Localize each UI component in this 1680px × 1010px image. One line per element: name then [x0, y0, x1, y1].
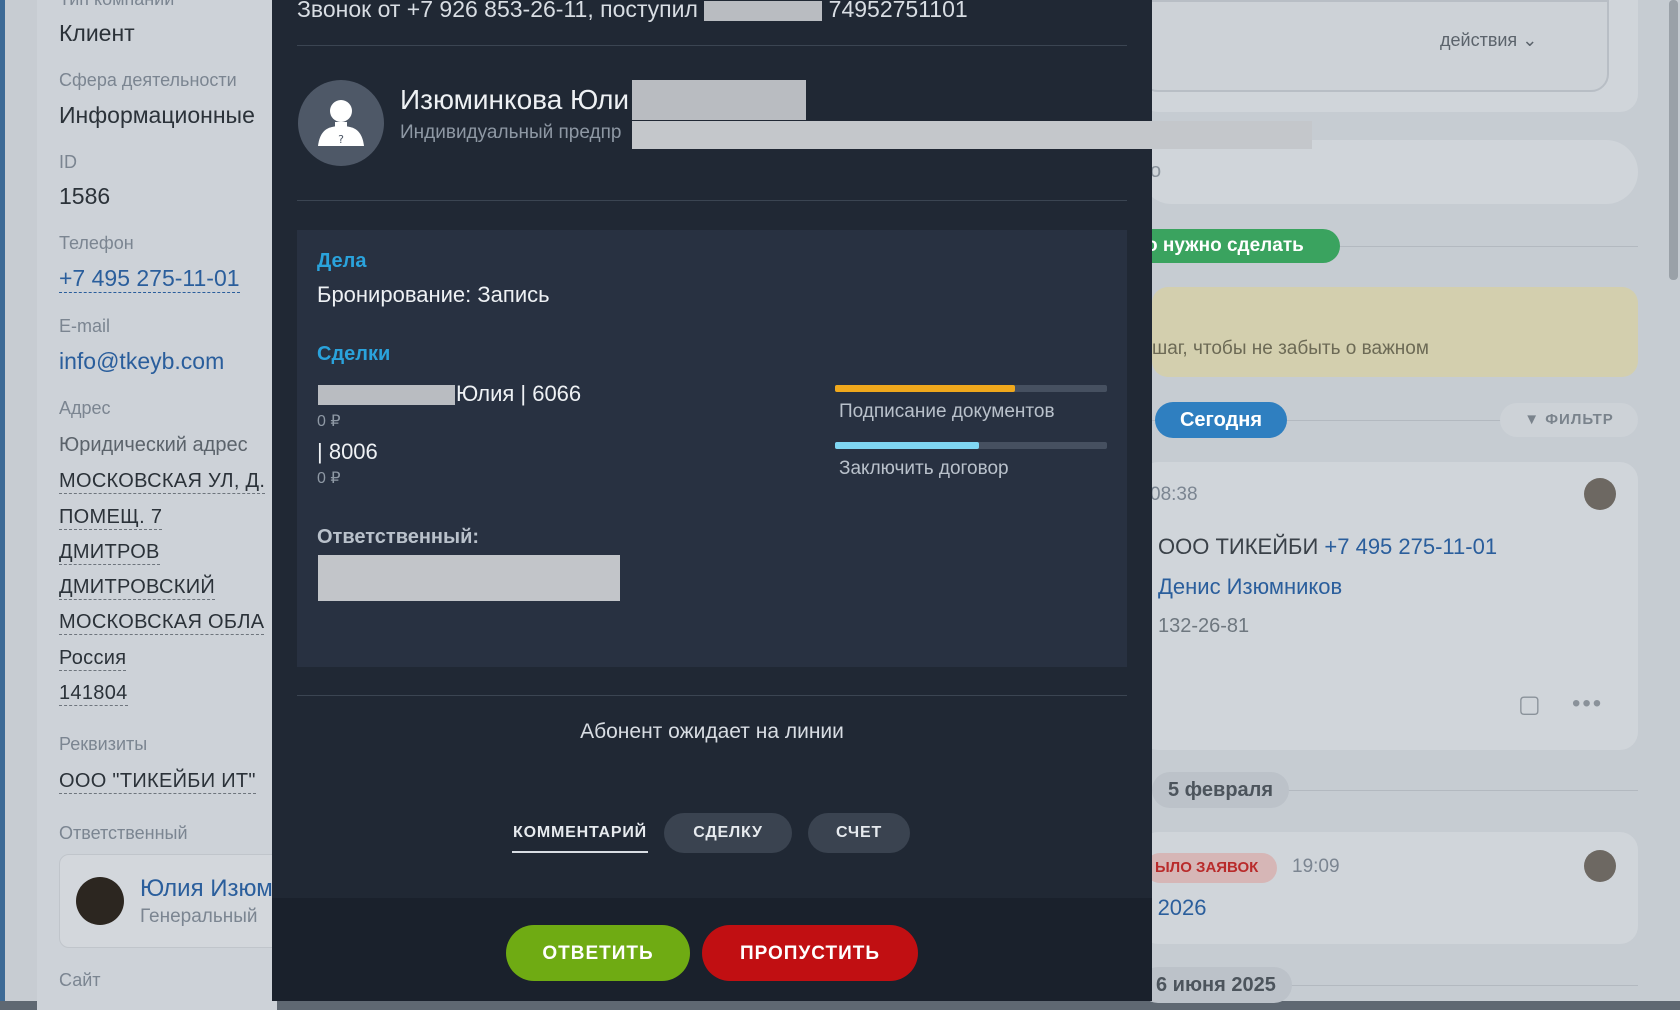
- address-line: МОСКОВСКАЯ УЛ, Д.: [59, 470, 266, 494]
- actions-box: [1140, 0, 1609, 92]
- address-line: МОСКОВСКАЯ ОБЛА: [59, 611, 265, 635]
- affair-item[interactable]: Бронирование: Запись: [317, 282, 550, 308]
- tab-comment[interactable]: КОММЕНТАРИЙ: [512, 813, 648, 853]
- incoming-call-modal: Звонок от +7 926 853-26-11, поступил 749…: [272, 0, 1312, 1001]
- deal-name[interactable]: Юлия | 6066: [456, 381, 581, 407]
- user-silhouette-icon: ?: [318, 100, 364, 146]
- responsible-card[interactable]: Юлия Изюм Генеральный: [59, 854, 291, 948]
- chevron-down-icon: ⌄: [1522, 30, 1538, 50]
- deal-stage-label: Заключить договор: [839, 458, 1009, 479]
- address-line: ПОМЕЩ. 7: [59, 506, 163, 530]
- activity-company: ООО ТИКЕЙБИ +7 495 275-11-01: [1158, 534, 1497, 560]
- responsible-role: Генеральный: [140, 906, 258, 927]
- divider: [297, 200, 1127, 201]
- skip-button[interactable]: ПРОПУСТИТЬ: [702, 925, 918, 981]
- avatar: [1584, 478, 1616, 510]
- call-title-suffix: 74952751101: [828, 0, 968, 22]
- responsible-name[interactable]: Юлия Изюм: [140, 875, 273, 903]
- phone-link[interactable]: +7 495 275-11-01: [59, 265, 240, 293]
- activity-company-name: ООО ТИКЕЙБИ: [1158, 534, 1319, 559]
- email-link[interactable]: info@tkeyb.com: [59, 348, 224, 375]
- industry-value: Информационные: [59, 102, 255, 128]
- industry-label: Сфера деятельности: [59, 70, 237, 90]
- address-line: ДМИТРОВ: [59, 541, 160, 565]
- address-label: Адрес: [59, 398, 111, 418]
- search-box[interactable]: [1140, 140, 1638, 204]
- address-line: Россия: [59, 647, 127, 671]
- id-label: ID: [59, 152, 77, 172]
- date-separator-jun: 6 июня 2025: [1140, 967, 1292, 1003]
- phone-label: Телефон: [59, 233, 134, 253]
- deal-amount: 0 ₽: [317, 413, 341, 430]
- divider: [297, 695, 1127, 696]
- tab-deal[interactable]: СДЕЛКУ: [664, 813, 792, 853]
- avatar: [1584, 850, 1616, 882]
- tab-invoice[interactable]: СЧЕТ: [808, 813, 910, 853]
- address-line: 141804: [59, 682, 128, 706]
- redacted-block: [632, 80, 806, 120]
- deal-stage-progress: [835, 442, 1107, 449]
- deal-stage-progress-fill: [835, 442, 980, 449]
- caller-name[interactable]: Изюминкова Юли: [400, 84, 629, 116]
- date-separator-feb: 5 февраля: [1152, 772, 1290, 808]
- answer-button[interactable]: ОТВЕТИТЬ: [506, 925, 690, 981]
- funnel-icon: ▼: [1524, 411, 1541, 428]
- caller-subtitle: Индивидуальный предпр: [400, 122, 622, 143]
- avatar: [76, 877, 124, 925]
- left-nav-strip: [0, 0, 5, 1001]
- redacted-block: [318, 555, 620, 601]
- activity-extra: 132-26-81: [1158, 615, 1250, 637]
- deal-stage-progress: [835, 385, 1107, 392]
- activity-card-2[interactable]: [1140, 832, 1638, 944]
- company-type-value: Клиент: [59, 20, 135, 46]
- company-details-panel: [0, 0, 277, 1010]
- activity-person-link[interactable]: Денис Изюмников: [1158, 574, 1342, 600]
- redacted-block: [704, 0, 823, 21]
- deal-amount: 0 ₽: [317, 470, 341, 487]
- requisites-label: Реквизиты: [59, 734, 148, 754]
- note-box[interactable]: [1152, 287, 1638, 377]
- red-badge: ЫЛО ЗАЯВОК: [1145, 853, 1277, 883]
- deal-stage-progress-fill: [835, 385, 1015, 392]
- redacted-block: [318, 385, 455, 405]
- activity-phone-link[interactable]: +7 495 275-11-01: [1324, 534, 1497, 559]
- scrollbar[interactable]: [1669, 0, 1678, 280]
- activity-card[interactable]: [1140, 462, 1638, 750]
- waiting-status: Абонент ожидает на линии: [580, 720, 844, 743]
- responsible-label: Ответственный: [59, 823, 188, 843]
- email-label: E-mail: [59, 316, 111, 336]
- activity2-time: 19:09: [1292, 856, 1340, 877]
- affairs-title: Дела: [317, 250, 367, 272]
- svg-text:?: ?: [338, 133, 344, 146]
- note-icon[interactable]: ▢: [1518, 690, 1541, 719]
- redacted-block: [632, 121, 1312, 149]
- filter-label: ФИЛЬТР: [1545, 411, 1614, 428]
- deals-title: Сделки: [317, 343, 391, 365]
- responsible-title: Ответственный:: [317, 526, 480, 548]
- deal-stage-label: Подписание документов: [839, 401, 1055, 422]
- filter-button[interactable]: ▼ ФИЛЬТР: [1500, 403, 1638, 437]
- site-label: Сайт: [59, 970, 101, 990]
- actions-dropdown[interactable]: действия ⌄: [1440, 30, 1537, 51]
- todo-pill[interactable]: о нужно сделать: [1130, 229, 1340, 263]
- address-type: Юридический адрес: [59, 434, 248, 456]
- id-value: 1586: [59, 183, 111, 209]
- address-line: ДМИТРОВСКИЙ: [59, 576, 216, 600]
- call-title: Звонок от +7 926 853-26-11, поступил 749…: [297, 0, 968, 23]
- actions-label: действия: [1440, 30, 1518, 50]
- note-hint: шаг, чтобы не забыть о важном: [1152, 338, 1429, 359]
- more-icon[interactable]: •••: [1572, 690, 1603, 718]
- call-title-prefix: Звонок от +7 926 853-26-11, поступил: [297, 0, 698, 22]
- requisites-value[interactable]: ООО "ТИКЕЙБИ ИТ": [59, 770, 256, 794]
- today-pill[interactable]: Сегодня: [1155, 402, 1287, 438]
- company-type-label: Тип компании: [59, 0, 174, 10]
- divider: [297, 45, 1127, 46]
- caller-avatar: ?: [298, 80, 384, 166]
- activity-time: 08:38: [1150, 484, 1198, 505]
- deal-name[interactable]: | 8006: [317, 439, 378, 465]
